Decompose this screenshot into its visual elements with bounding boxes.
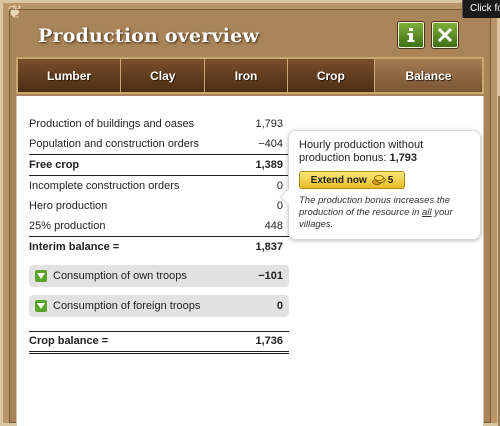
- row-value: 448: [264, 220, 283, 233]
- extend-now-button[interactable]: Extend now 5: [299, 171, 405, 189]
- close-button[interactable]: [432, 22, 458, 48]
- info-button[interactable]: [398, 22, 424, 48]
- row-label: Incomplete construction orders: [29, 179, 180, 192]
- own-troops-value: −101: [258, 269, 283, 282]
- table-row: Population and construction orders −404: [29, 135, 289, 155]
- row-value: 1,736: [255, 335, 283, 347]
- hourly-production-text: Hourly production without production bon…: [299, 139, 424, 164]
- foreign-troops-row: Consumption of foreign troops 0: [29, 294, 289, 317]
- tab-lumber[interactable]: Lumber: [18, 59, 122, 92]
- own-troops-row: Consumption of own troops −101: [29, 264, 289, 287]
- chevron-down-icon: [37, 302, 45, 309]
- table-row: Hero production 0: [29, 196, 289, 217]
- own-troops-label: Consumption of own troops: [53, 269, 187, 282]
- chevron-down-icon: [37, 272, 45, 279]
- table-row-interim-balance: Interim balance = 1,837: [29, 237, 289, 258]
- row-label: Crop balance =: [29, 335, 109, 347]
- table-row-crop-balance: Crop balance = 1,736: [29, 332, 289, 354]
- title-bar: Production overview: [13, 14, 473, 58]
- row-label: Interim balance =: [29, 241, 120, 254]
- info-icon: [407, 28, 415, 42]
- row-value: −404: [258, 138, 283, 151]
- expand-own-troops-button[interactable]: [35, 269, 47, 282]
- row-label: 25% production: [29, 220, 106, 233]
- row-label: Free crop: [29, 158, 80, 171]
- row-value: 1,793: [255, 118, 283, 131]
- row-value: 1,837: [255, 241, 283, 254]
- row-value: 0: [276, 179, 283, 192]
- row-value: 1,389: [255, 158, 283, 171]
- resource-tabs: Lumber Clay Iron Crop Balance: [16, 57, 484, 94]
- table-row-free-crop: Free crop 1,389: [29, 155, 289, 176]
- content-panel: Production of buildings and oases 1,793 …: [16, 96, 484, 426]
- tab-clay[interactable]: Clay: [121, 59, 206, 92]
- balance-table: Production of buildings and oases 1,793 …: [29, 114, 289, 354]
- table-row: Incomplete construction orders 0: [29, 176, 289, 197]
- foreign-troops-label: Consumption of foreign troops: [53, 299, 201, 312]
- tab-balance[interactable]: Balance: [374, 59, 482, 92]
- row-label: Population and construction orders: [29, 138, 199, 151]
- expand-foreign-troops-button[interactable]: [35, 299, 47, 312]
- hourly-production-value: 1,793: [389, 152, 418, 164]
- foreign-troops-value: 0: [276, 299, 283, 312]
- tab-crop[interactable]: Crop: [287, 59, 375, 92]
- table-row: 25% production 448: [29, 217, 289, 237]
- table-row: Production of buildings and oases 1,793: [29, 114, 289, 135]
- close-icon: [438, 28, 452, 42]
- gold-coins-icon: [371, 175, 386, 185]
- production-bonus-infobox: Hourly production without production bon…: [279, 130, 481, 240]
- production-bonus-note: The production bonus increases the produ…: [299, 195, 453, 230]
- row-label: Production of buildings and oases: [29, 118, 195, 131]
- extend-now-cost: 5: [387, 174, 394, 186]
- window-title: Production overview: [38, 25, 260, 47]
- row-value: 0: [276, 200, 283, 213]
- tab-iron[interactable]: Iron: [205, 59, 288, 92]
- extend-now-label: Extend now: [310, 174, 367, 186]
- row-label: Hero production: [29, 200, 108, 213]
